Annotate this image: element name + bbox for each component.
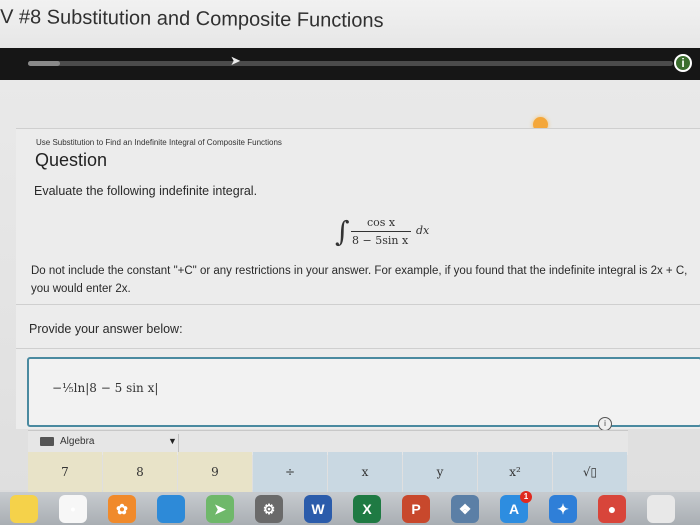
extra-icon[interactable] <box>647 495 675 523</box>
maps-icon[interactable]: ➤ <box>206 495 234 523</box>
system-preferences-icon[interactable]: ⚙ <box>255 495 283 523</box>
question-subtitle: Use Substitution to Find an Indefinite I… <box>36 138 282 147</box>
safari-blue-icon[interactable] <box>157 495 185 523</box>
question-prompt: Evaluate the following indefinite integr… <box>34 184 258 198</box>
mouse-cursor-icon: ➤ <box>230 53 241 68</box>
question-heading: Question <box>35 150 108 170</box>
chrome-icon[interactable]: ● <box>598 495 626 523</box>
page-title: V #8 Substitution and Composite Function… <box>0 6 384 33</box>
progress-bar <box>28 61 673 66</box>
powerpoint-icon[interactable]: P <box>402 495 430 523</box>
fraction-bar <box>351 231 411 232</box>
notification-badge: 1 <box>520 491 532 503</box>
info-icon[interactable]: i <box>674 54 692 72</box>
app-store-icon[interactable]: A1 <box>500 491 532 523</box>
excel-icon[interactable]: X <box>353 495 381 523</box>
key-4[interactable]: x <box>328 452 402 492</box>
key-3[interactable]: ÷ <box>253 452 327 492</box>
photos-icon[interactable]: ✿ <box>108 495 136 523</box>
integral-numerator: cos x <box>367 216 396 229</box>
key-6[interactable]: x² <box>478 452 552 492</box>
macos-dock: • ✿ ➤ ⚙ W X P ❖ A 1 ✦ ● <box>0 491 700 525</box>
keyboard-icon <box>40 437 54 446</box>
section-divider <box>16 348 700 349</box>
reminders-icon[interactable]: • <box>59 495 87 523</box>
integral-denominator: 8 − 5sin x <box>352 234 409 247</box>
safari-icon[interactable]: ✦ <box>549 495 577 523</box>
toolbar-divider <box>178 434 179 452</box>
key-2[interactable]: 9 <box>178 452 252 492</box>
keyboard-mode-select[interactable]: Algebra <box>60 436 94 447</box>
key-1[interactable]: 8 <box>103 452 177 492</box>
section-divider <box>16 304 700 305</box>
progress-fill <box>28 61 61 66</box>
key-7[interactable]: √▯ <box>553 452 627 492</box>
integral-expression: ∫ cos x 8 − 5sin x dx <box>335 215 445 255</box>
word-icon[interactable]: W <box>304 495 332 523</box>
notes-icon[interactable] <box>10 495 38 523</box>
top-navbar: ➤ i <box>0 48 700 80</box>
answer-info-icon[interactable]: i <box>598 417 612 431</box>
answer-instruction: Do not include the constant "+C" or any … <box>31 265 688 295</box>
integral-sign: ∫ <box>335 215 350 248</box>
integral-differential: dx <box>416 224 430 237</box>
chevron-down-icon[interactable]: ▼ <box>168 436 177 446</box>
page-header: V #8 Substitution and Composite Function… <box>0 0 700 50</box>
math-keypad: 7 8 9 ÷ x y x² √▯ <box>28 452 628 492</box>
key-5[interactable]: y <box>403 452 477 492</box>
key-0[interactable]: 7 <box>28 452 102 492</box>
answer-prompt: Provide your answer below: <box>29 322 183 336</box>
answer-input[interactable]: −⅕ln|8 − 5 sin x| <box>27 357 700 427</box>
answer-value: −⅕ln|8 − 5 sin x| <box>52 381 159 395</box>
preview-icon[interactable]: ❖ <box>451 495 479 523</box>
